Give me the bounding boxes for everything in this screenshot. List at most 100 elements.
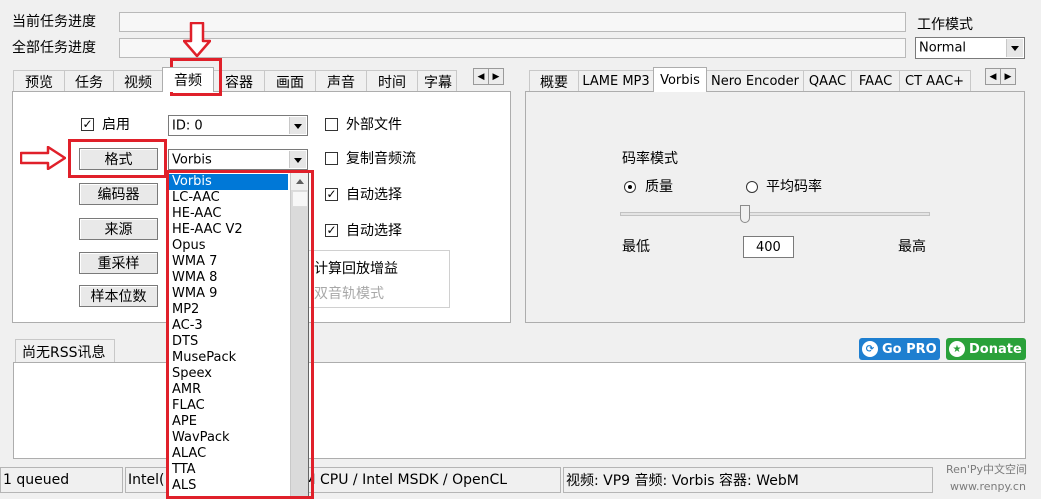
quality-slider-thumb[interactable]	[740, 205, 750, 223]
format-option-wma8[interactable]: WMA 8	[169, 270, 288, 286]
work-mode-value: Normal	[919, 40, 967, 56]
tab-rss[interactable]: 尚无RSS讯息	[15, 339, 115, 363]
tab-container[interactable]: 容器	[213, 70, 265, 92]
status-queue: 1 queued	[0, 467, 123, 493]
tab-subtitle[interactable]: 字幕	[417, 70, 457, 92]
format-button[interactable]: 格式	[79, 148, 158, 170]
total-progress-label: 全部任务进度	[12, 40, 96, 56]
max-label: 最高	[898, 239, 926, 255]
tab-scroll-right-icon[interactable]: ▶	[488, 68, 504, 85]
current-progress-label: 当前任务进度	[12, 14, 96, 30]
format-option-lc-aac[interactable]: LC-AAC	[169, 190, 288, 206]
tab-qaac[interactable]: QAAC	[803, 70, 852, 92]
status-cpu-tail: M CPU / Intel MSDK / OpenCL	[303, 472, 508, 488]
go-pro-label: Go PRO	[882, 341, 937, 357]
bitdepth-button[interactable]: 样本位数	[79, 285, 158, 307]
work-mode-select[interactable]: Normal	[915, 37, 1025, 59]
format-option-tta[interactable]: TTA	[169, 462, 288, 478]
left-tab-scroller: ◀ ▶	[473, 68, 504, 85]
current-progress-bar	[119, 12, 906, 32]
external-file-checkbox[interactable]	[325, 118, 338, 131]
format-option-ape[interactable]: APE	[169, 414, 288, 430]
tab-video[interactable]: 视频	[113, 70, 163, 92]
tab-scroll-left-icon[interactable]: ◀	[985, 68, 1001, 85]
tab-nero-encoder[interactable]: Nero Encoder	[706, 70, 804, 92]
tab-lame-mp3[interactable]: LAME MP3	[578, 70, 654, 92]
auto-select-1-checkbox[interactable]: ✓	[325, 188, 338, 201]
donate-label: Donate	[969, 341, 1022, 357]
format-option-he-aac-v2[interactable]: HE-AAC V2	[169, 222, 288, 238]
source-button[interactable]: 来源	[79, 218, 158, 240]
tab-scroll-right-icon[interactable]: ▶	[1000, 68, 1016, 85]
tab-sound[interactable]: 声音	[315, 70, 367, 92]
tab-ct-aac[interactable]: CT AAC+	[899, 70, 971, 92]
encoder-button[interactable]: 编码器	[79, 183, 158, 205]
vorbis-panel	[525, 91, 1025, 323]
avg-bitrate-label: 平均码率	[766, 179, 822, 195]
format-option-amr[interactable]: AMR	[169, 382, 288, 398]
min-label: 最低	[622, 239, 650, 255]
work-mode-label: 工作模式	[917, 17, 973, 33]
format-option-he-aac[interactable]: HE-AAC	[169, 206, 288, 222]
tab-vorbis[interactable]: Vorbis	[653, 67, 707, 92]
format-option-mp2[interactable]: MP2	[169, 302, 288, 318]
format-option-flac[interactable]: FLAC	[169, 398, 288, 414]
dual-track-label: 双音轨模式	[314, 286, 384, 302]
format-option-wavpack[interactable]: WavPack	[169, 430, 288, 446]
copy-stream-label: 复制音频流	[346, 151, 416, 167]
right-tab-scroller: ◀ ▶	[985, 68, 1016, 85]
chevron-down-icon[interactable]	[289, 117, 306, 134]
auto-select-1-label: 自动选择	[346, 187, 402, 203]
tab-audio[interactable]: 音频	[162, 67, 214, 92]
format-option-wma9[interactable]: WMA 9	[169, 286, 288, 302]
tab-summary[interactable]: 概要	[529, 70, 579, 92]
format-option-alac[interactable]: ALAC	[169, 446, 288, 462]
chevron-down-icon[interactable]	[289, 151, 306, 168]
external-file-label: 外部文件	[346, 117, 402, 133]
copy-stream-checkbox[interactable]	[325, 152, 338, 165]
resample-button[interactable]: 重采样	[79, 252, 158, 274]
format-select[interactable]: Vorbis	[168, 149, 308, 170]
rate-mode-label: 码率模式	[622, 151, 678, 167]
right-tab-strip: 概要 LAME MP3 Vorbis Nero Encoder QAAC FAA…	[529, 67, 971, 92]
quality-label: 质量	[645, 179, 673, 195]
quality-value-field[interactable]: 400	[743, 236, 794, 258]
chevron-down-icon[interactable]	[1006, 39, 1023, 57]
format-option-dts[interactable]: DTS	[169, 334, 288, 350]
replaygain-label[interactable]: 计算回放增益	[314, 262, 398, 276]
left-tab-strip: 预览 任务 视频 音频 容器 画面 声音 时间 字幕	[13, 66, 457, 92]
audio-id-select[interactable]: ID: 0	[168, 115, 308, 136]
go-pro-button[interactable]: ⟳ Go PRO	[859, 338, 940, 360]
auto-select-2-label: 自动选择	[346, 223, 402, 239]
tab-task[interactable]: 任务	[64, 70, 114, 92]
auto-select-2-checkbox[interactable]: ✓	[325, 224, 338, 237]
star-icon: ★	[949, 341, 965, 357]
donate-button[interactable]: ★ Donate	[946, 338, 1026, 360]
format-option-musepack[interactable]: MusePack	[169, 350, 288, 366]
scroll-up-icon[interactable]	[291, 173, 308, 190]
format-option-als[interactable]: ALS	[169, 478, 288, 494]
tab-picture[interactable]: 画面	[264, 70, 316, 92]
rocket-icon: ⟳	[862, 341, 878, 357]
avg-bitrate-radio[interactable]	[746, 181, 758, 193]
dropdown-scrollbar[interactable]	[290, 173, 308, 498]
format-option-ac3[interactable]: AC-3	[169, 318, 288, 334]
scroll-thumb[interactable]	[292, 191, 308, 207]
rss-panel	[13, 362, 1026, 459]
enable-audio-label: 启用	[102, 117, 130, 133]
format-dropdown-list[interactable]: Vorbis LC-AAC HE-AAC HE-AAC V2 Opus WMA …	[168, 172, 309, 499]
quality-slider-track[interactable]	[620, 212, 930, 216]
tab-faac[interactable]: FAAC	[851, 70, 900, 92]
watermark-line1: Ren'Py中文空间	[946, 463, 1028, 476]
total-progress-bar	[119, 38, 906, 58]
quality-radio[interactable]	[624, 181, 636, 193]
tab-scroll-left-icon[interactable]: ◀	[473, 68, 489, 85]
format-value: Vorbis	[172, 152, 212, 167]
format-option-vorbis[interactable]: Vorbis	[169, 174, 288, 190]
format-option-wma7[interactable]: WMA 7	[169, 254, 288, 270]
format-option-opus[interactable]: Opus	[169, 238, 288, 254]
tab-preview[interactable]: 预览	[13, 70, 65, 92]
format-option-speex[interactable]: Speex	[169, 366, 288, 382]
tab-time[interactable]: 时间	[366, 70, 418, 92]
enable-audio-checkbox[interactable]: ✓	[81, 118, 94, 131]
